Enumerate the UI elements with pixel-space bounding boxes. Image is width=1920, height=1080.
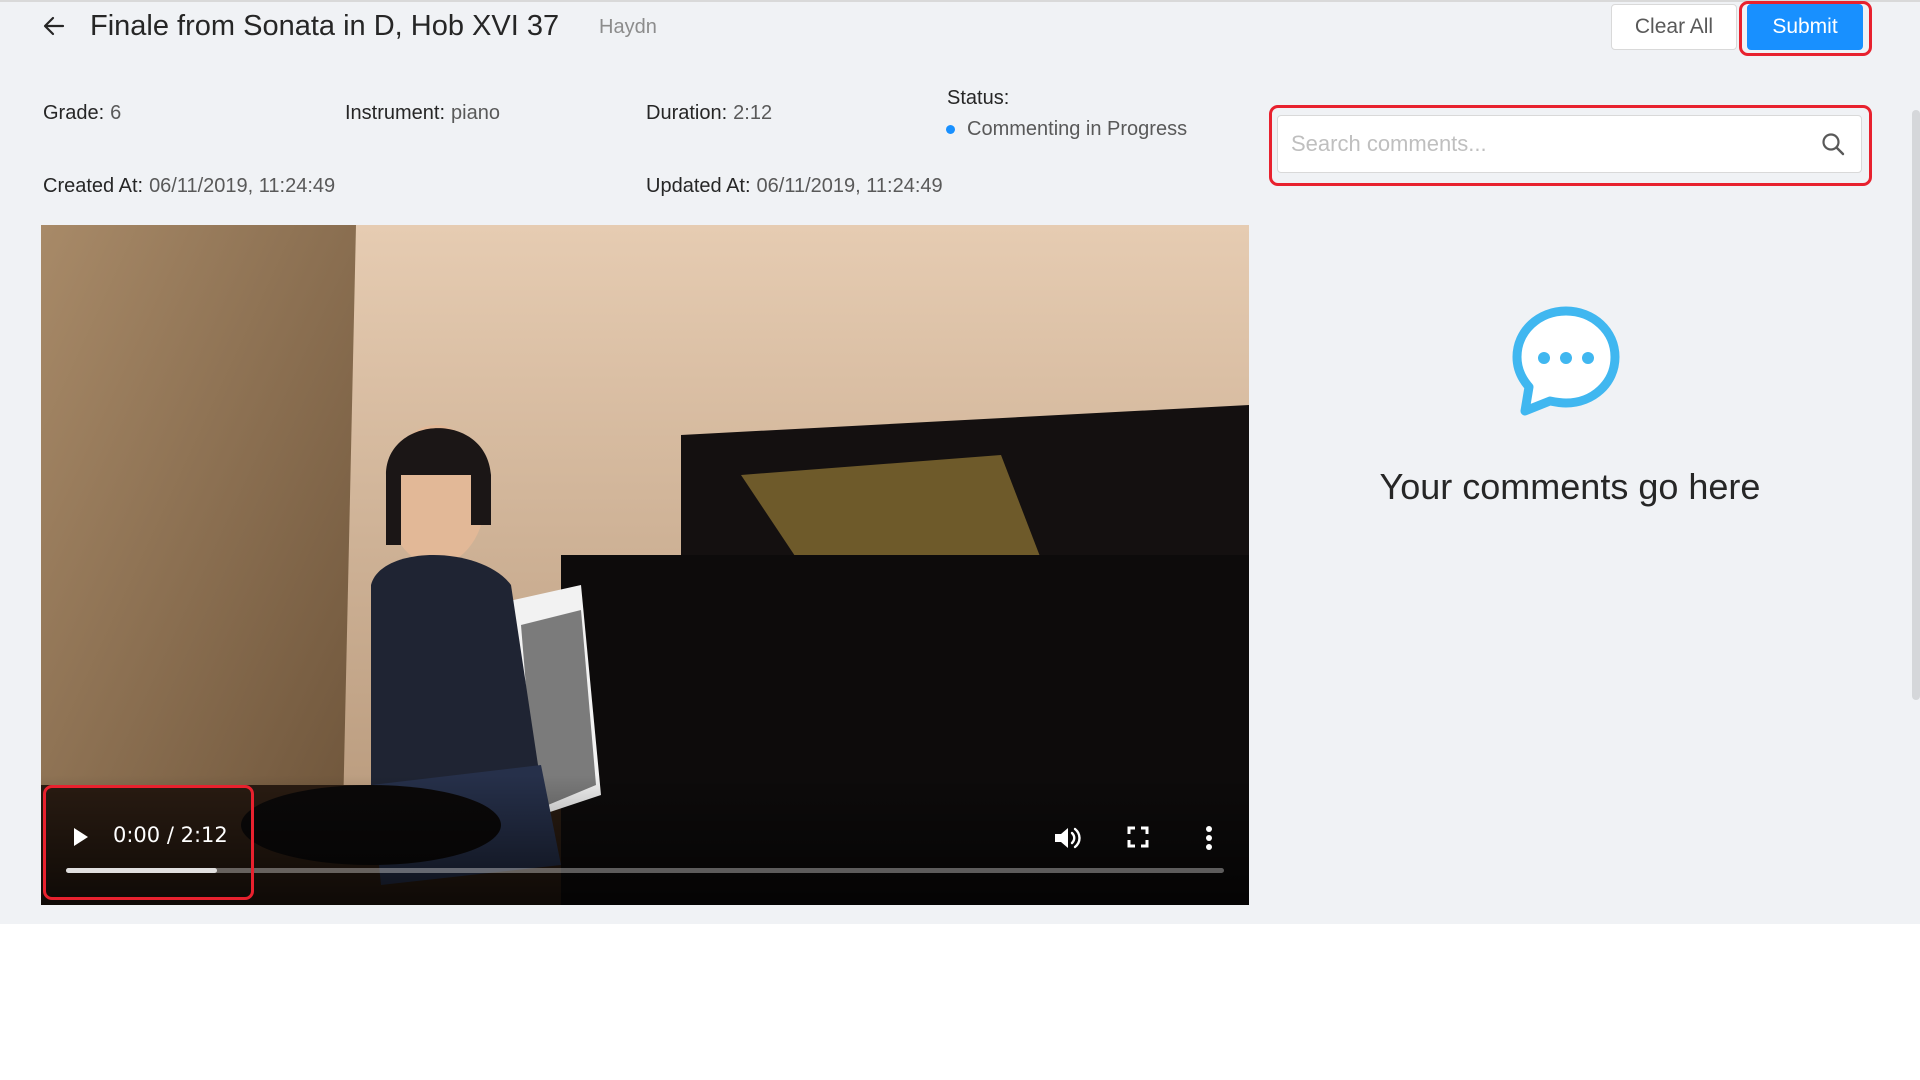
scrollbar[interactable] [1912, 110, 1920, 700]
video-time: 0:00 / 2:12 [113, 823, 228, 847]
status-badge: Commenting in Progress [946, 118, 1187, 141]
duration-value: 2:12 [733, 102, 773, 124]
video-buffered-fill [66, 868, 217, 873]
instrument-field: Instrument: piano [345, 102, 500, 125]
status-dot [946, 125, 955, 134]
grade-field: Grade: 6 [43, 102, 121, 125]
status-value: Commenting in Progress [967, 118, 1188, 140]
search-icon[interactable] [1819, 130, 1847, 158]
duration-field: Duration: 2:12 [646, 102, 772, 125]
search-input[interactable] [1278, 116, 1808, 172]
submit-button[interactable]: Submit [1747, 4, 1863, 50]
app-page: Finale from Sonata in D, Hob XVI 37 Hayd… [0, 0, 1920, 924]
top-divider [0, 0, 1920, 2]
created-label: Created At: [43, 175, 144, 197]
instrument-label: Instrument: [345, 102, 446, 124]
more-vertical-icon[interactable] [1194, 821, 1224, 855]
composer-name: Haydn [599, 16, 657, 38]
video-progress-bar[interactable] [66, 868, 1224, 873]
chat-bubble-icon [1512, 306, 1620, 416]
fullscreen-icon[interactable] [1123, 822, 1153, 852]
status-field: Status: [947, 87, 1009, 110]
created-value: 06/11/2019, 11:24:49 [149, 175, 336, 197]
updated-label: Updated At: [646, 175, 751, 197]
video-player[interactable]: 0:00 / 2:12 [41, 225, 1249, 905]
grade-value: 6 [110, 102, 122, 124]
search-box [1277, 115, 1862, 173]
updated-value: 06/11/2019, 11:24:49 [756, 175, 943, 197]
back-button[interactable] [40, 12, 68, 40]
duration-label: Duration: [646, 102, 728, 124]
arrow-left-icon [43, 16, 65, 36]
created-field: Created At: 06/11/2019, 11:24:49 [43, 175, 335, 198]
clear-all-button[interactable]: Clear All [1611, 4, 1737, 50]
instrument-value: piano [451, 102, 500, 124]
updated-field: Updated At: 06/11/2019, 11:24:49 [646, 175, 943, 198]
page-title: Finale from Sonata in D, Hob XVI 37 [90, 10, 560, 42]
grade-label: Grade: [43, 102, 105, 124]
empty-comments-text: Your comments go here [1379, 466, 1761, 507]
play-icon[interactable] [65, 822, 95, 852]
status-label: Status: [947, 87, 1010, 109]
volume-icon[interactable] [1050, 821, 1084, 855]
